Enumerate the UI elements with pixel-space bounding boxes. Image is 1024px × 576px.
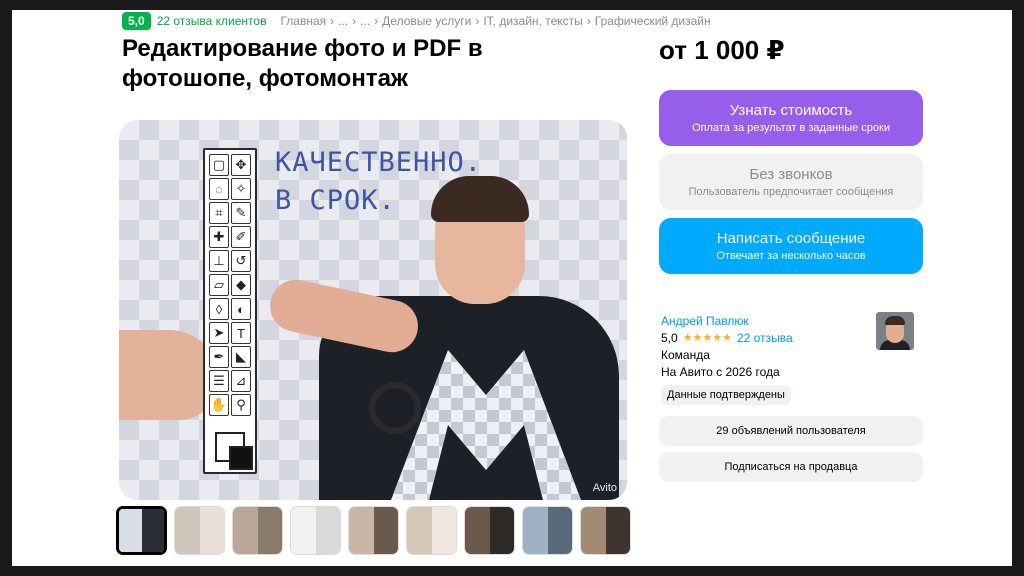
ring-illustration [369, 382, 421, 434]
thumbnail-image-part [141, 509, 164, 552]
photo-thumbnail[interactable] [464, 506, 515, 555]
eraser-icon: ▱ [209, 274, 229, 296]
rating-badge: 5,0 [122, 12, 151, 30]
breadcrumb-business-services[interactable]: Деловые услуги [382, 14, 471, 28]
seller-since: На Авито с 2026 года [661, 365, 780, 379]
thumbnail-image-part [523, 507, 548, 554]
photo-thumbnail[interactable] [232, 506, 283, 555]
photo-thumbnail[interactable] [406, 506, 457, 555]
reviews-link[interactable]: 22 отзыва клиентов [157, 14, 267, 28]
breadcrumb-separator: › [374, 14, 379, 28]
dropper-icon: ⊿ [231, 370, 251, 392]
magic-wand-icon: ✧ [231, 178, 251, 200]
eyedropper-icon: ✎ [231, 202, 251, 224]
person-hair [431, 176, 529, 222]
breadcrumb-graphic-design[interactable]: Графический дизайн [595, 14, 711, 28]
listing-title: Редактирование фото и PDF в фотошопе, фо… [122, 35, 483, 92]
bucket-icon: ◆ [231, 274, 251, 296]
photo-thumbnail[interactable] [522, 506, 573, 555]
healing-icon: ✚ [209, 226, 229, 248]
photo-thumbnail[interactable] [348, 506, 399, 555]
seller-rating: 5,0 [661, 331, 678, 345]
photo-thumbnails [116, 506, 631, 555]
seller-reviews-link[interactable]: 22 отзыва [737, 330, 793, 346]
subscribe-button[interactable]: Подписаться на продавца [659, 452, 923, 482]
pen-icon: ✒ [209, 346, 229, 368]
listing-page: 5,0 22 отзыва клиентов Главная › ... › .… [12, 10, 1012, 566]
get-price-label: Узнать стоимость [729, 102, 853, 119]
seller-ads-button[interactable]: 29 объявлений пользователя [659, 416, 923, 446]
write-message-sublabel: Отвечает за несколько часов [716, 250, 866, 262]
photo-thumbnail[interactable] [116, 506, 167, 555]
write-message-label: Написать сообщение [716, 230, 866, 247]
thumbnail-image-part [233, 507, 258, 554]
no-calls-sublabel: Пользователь предпочитает сообщения [688, 186, 894, 198]
photo-thumbnail[interactable] [290, 506, 341, 555]
top-bar: 5,0 22 отзыва клиентов Главная › ... › .… [122, 12, 711, 30]
thumbnail-image-part [431, 507, 456, 554]
thumbnail-image-part [581, 507, 606, 554]
toolbox-illustration: ▢ ✥ ◌ ✧ ⌗ ✎ ✚ ✐ ⊥ ↺ ▱ ◆ ◊ ◐ ➤ T ✒ ◣ ☰ ⊿ [203, 148, 257, 474]
photo-thumbnail[interactable] [174, 506, 225, 555]
get-price-sublabel: Оплата за результат в заданные сроки [692, 122, 890, 134]
color-swatch-icon [215, 432, 253, 470]
photo-thumbnail[interactable] [580, 506, 631, 555]
breadcrumb-home[interactable]: Главная [280, 14, 326, 28]
history-brush-icon: ↺ [231, 250, 251, 272]
crop-icon: ⌗ [209, 202, 229, 224]
breadcrumb-separator: › [352, 14, 357, 28]
listing-price: от 1 000 ₽ [659, 35, 785, 65]
type-icon: T [231, 322, 251, 344]
breadcrumb-it-design[interactable]: IT, дизайн, тексты [483, 14, 582, 28]
no-calls-label: Без звонков [749, 166, 833, 183]
thumbnail-image-part [291, 507, 316, 554]
zoom-icon: ⚲ [231, 394, 251, 416]
thumbnail-image-part [257, 507, 282, 554]
breadcrumb-ellipsis[interactable]: ... [338, 14, 348, 28]
dodge-icon: ◐ [231, 298, 251, 320]
avito-watermark: Avito [592, 482, 617, 494]
breadcrumb-ellipsis[interactable]: ... [360, 14, 370, 28]
thumbnail-image-part [489, 507, 514, 554]
breadcrumb-separator: › [475, 14, 480, 28]
star-rating-icon: ★★★★★ [682, 332, 732, 344]
thumbnail-image-part [349, 507, 374, 554]
breadcrumb-separator: › [586, 14, 591, 28]
thumbnail-image-part [199, 507, 224, 554]
stamp-icon: ⊥ [209, 250, 229, 272]
lasso-icon: ◌ [209, 178, 229, 200]
notes-icon: ☰ [209, 370, 229, 392]
blur-icon: ◊ [209, 298, 229, 320]
verified-badge[interactable]: Данные подтверждены [661, 385, 791, 405]
thumbnail-image-part [407, 507, 432, 554]
move-icon: ✥ [231, 154, 251, 176]
main-photo[interactable]: ▢ ✥ ◌ ✧ ⌗ ✎ ✚ ✐ ⊥ ↺ ▱ ◆ ◊ ◐ ➤ T ✒ ◣ ☰ ⊿ [119, 120, 627, 500]
thumbnail-image-part [315, 507, 340, 554]
avatar-hair [885, 316, 905, 325]
hero-slogan-line1: КАЧЕСТВЕННО. [275, 147, 483, 178]
no-calls-button[interactable]: Без звонков Пользователь предпочитает со… [659, 154, 923, 210]
path-select-icon: ➤ [209, 322, 229, 344]
thumbnail-image-part [119, 509, 142, 552]
thumbnail-image-part [547, 507, 572, 554]
seller-avatar[interactable] [876, 312, 914, 350]
thumbnail-image-part [605, 507, 630, 554]
thumbnail-image-part [373, 507, 398, 554]
thumbnail-image-part [465, 507, 490, 554]
brush-icon: ✐ [231, 226, 251, 248]
thumbnail-image-part [175, 507, 200, 554]
hand-icon: ✋ [209, 394, 229, 416]
marquee-icon: ▢ [209, 154, 229, 176]
shape-icon: ◣ [231, 346, 251, 368]
breadcrumb-separator: › [330, 14, 335, 28]
get-price-button[interactable]: Узнать стоимость Оплата за результат в з… [659, 90, 923, 146]
write-message-button[interactable]: Написать сообщение Отвечает за несколько… [659, 218, 923, 274]
